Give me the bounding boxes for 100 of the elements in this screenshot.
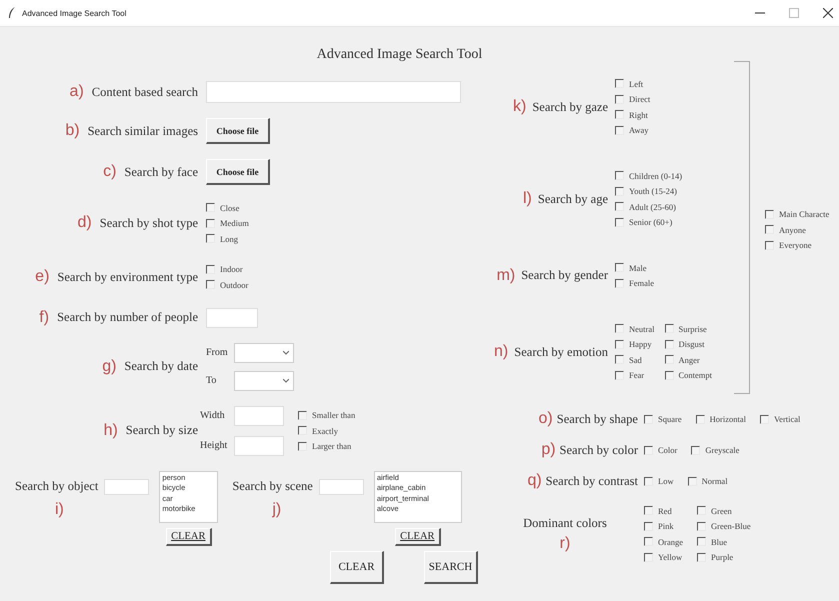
checkbox-label: Larger than <box>312 441 352 451</box>
input-field[interactable] <box>318 478 364 494</box>
field-label: Search by object <box>15 479 98 494</box>
checkbox-label: Direct <box>629 94 650 104</box>
checkbox-label: Color <box>658 445 678 455</box>
checkbox-label: Children (0-14) <box>629 170 682 181</box>
checkbox[interactable] <box>298 410 307 420</box>
clear-button[interactable]: CLEAR <box>330 550 384 584</box>
checkbox[interactable] <box>615 79 624 88</box>
checkbox[interactable] <box>615 340 624 349</box>
checkbox[interactable] <box>664 324 674 334</box>
field-label: Search by size <box>126 423 198 438</box>
section-letter: a) <box>70 83 84 101</box>
checkbox-label: Male <box>629 262 646 273</box>
input-field[interactable] <box>104 478 150 494</box>
checkbox-label: Anyone <box>779 224 806 234</box>
checkbox-label: Disgust <box>678 339 704 350</box>
feather-icon <box>8 7 16 19</box>
checkbox[interactable] <box>615 186 624 196</box>
checkbox-label: Smaller than <box>312 410 356 420</box>
section-letter: k) <box>513 98 526 116</box>
search-button[interactable]: SEARCH <box>424 550 478 584</box>
checkbox[interactable] <box>697 537 706 546</box>
checkbox[interactable] <box>765 225 774 234</box>
section-letter: q) <box>527 472 542 490</box>
checkbox[interactable] <box>664 340 674 349</box>
checkbox[interactable] <box>615 202 624 212</box>
checkbox-label: Main Characte <box>779 209 830 219</box>
checkbox[interactable] <box>765 240 774 250</box>
checkbox[interactable] <box>760 414 769 424</box>
field-label: To <box>206 375 218 386</box>
app-heading: Advanced Image Search Tool <box>316 46 484 64</box>
checkbox[interactable] <box>644 446 653 454</box>
checkbox[interactable] <box>615 218 624 227</box>
section-letter: e) <box>35 268 50 286</box>
checkbox[interactable] <box>691 446 700 454</box>
checkbox-label: Low <box>658 476 674 486</box>
checkbox-label: Senior (60+) <box>629 217 672 228</box>
input-field[interactable] <box>234 436 284 456</box>
checkbox[interactable] <box>697 522 706 531</box>
input-field[interactable] <box>206 81 461 103</box>
section-letter: f) <box>39 308 50 326</box>
checkbox-label: Right <box>629 110 648 120</box>
checkbox-label: Youth (15-24) <box>629 186 678 196</box>
field-label: Search by scene <box>232 479 313 494</box>
checkbox[interactable] <box>664 355 674 364</box>
checkbox[interactable] <box>696 414 705 424</box>
checkbox-label: Contempt <box>678 370 712 380</box>
checkbox-label: Long <box>220 234 238 244</box>
section-letter: o) <box>538 410 553 428</box>
checkbox[interactable] <box>644 506 653 516</box>
checkbox[interactable] <box>615 94 624 104</box>
checkbox-label: Happy <box>629 339 652 350</box>
checkbox-label: Sad <box>629 354 642 365</box>
checkbox[interactable] <box>206 264 215 274</box>
checkbox-label: Purple <box>711 552 734 562</box>
field-label: Search by color <box>560 442 638 458</box>
section-letter: c) <box>103 163 116 181</box>
checkbox[interactable] <box>206 280 215 290</box>
choose-file-button[interactable]: Choose file <box>206 159 270 185</box>
section-letter: l) <box>523 190 532 208</box>
checkbox[interactable] <box>644 476 653 486</box>
checkbox[interactable] <box>206 234 215 244</box>
checkbox[interactable] <box>615 355 624 364</box>
checkbox[interactable] <box>765 210 774 218</box>
checkbox[interactable] <box>697 552 706 562</box>
choose-file-button[interactable]: Choose file <box>206 118 270 144</box>
field-label: Search by gaze <box>532 100 608 114</box>
checkbox[interactable] <box>615 324 624 334</box>
checkbox[interactable] <box>298 442 307 450</box>
checkbox[interactable] <box>644 522 653 531</box>
checkbox[interactable] <box>615 278 624 288</box>
field-label: Search by number of people <box>57 310 198 325</box>
checkbox[interactable] <box>644 414 653 424</box>
checkbox[interactable] <box>206 203 215 212</box>
checkbox-label: Away <box>629 125 649 136</box>
checkbox-label: Left <box>629 78 644 89</box>
checkbox[interactable] <box>697 506 706 516</box>
section-letter: r) <box>560 534 570 552</box>
checkbox[interactable] <box>615 110 624 120</box>
checkbox[interactable] <box>615 126 624 135</box>
checkbox[interactable] <box>644 552 653 562</box>
checkbox[interactable] <box>664 370 674 380</box>
caret-icon <box>283 378 289 382</box>
close-icon[interactable] <box>823 8 833 18</box>
field-label: Search by shape <box>556 412 638 426</box>
checkbox[interactable] <box>688 476 697 486</box>
checkbox[interactable] <box>298 426 307 435</box>
checkbox[interactable] <box>644 537 653 546</box>
checkbox[interactable] <box>615 370 624 380</box>
section-letter: n) <box>494 343 508 361</box>
input-field[interactable] <box>234 406 284 426</box>
caret-icon <box>283 350 289 354</box>
clear-button[interactable]: CLEAR <box>166 528 212 546</box>
checkbox[interactable] <box>615 263 624 272</box>
section-letter: d) <box>78 214 92 232</box>
checkbox[interactable] <box>615 171 624 180</box>
input-field[interactable] <box>206 308 258 328</box>
clear-button[interactable]: CLEAR <box>394 528 441 546</box>
checkbox[interactable] <box>206 218 215 228</box>
